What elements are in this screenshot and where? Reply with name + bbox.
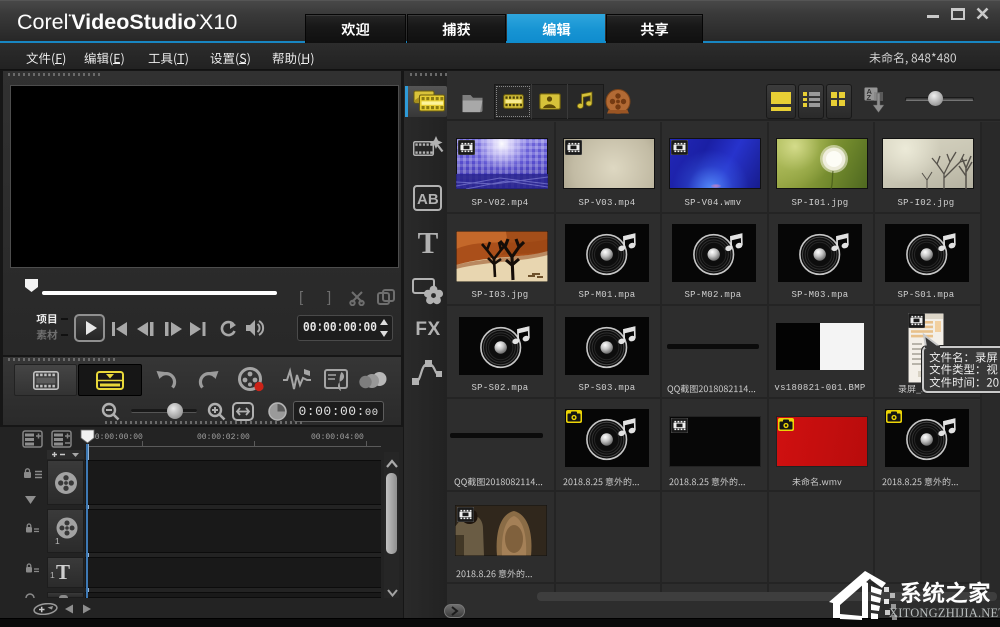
svg-text:AB: AB [417, 191, 439, 208]
svg-text:Z: Z [867, 93, 872, 102]
svg-text:1: 1 [55, 536, 60, 545]
